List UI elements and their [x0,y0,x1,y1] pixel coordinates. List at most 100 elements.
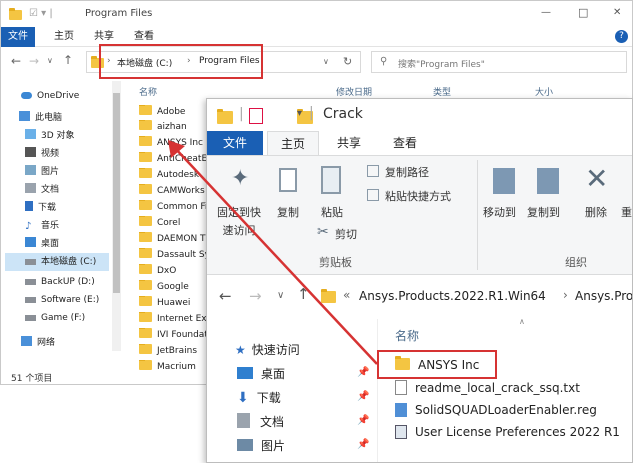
quick-access-toolbar[interactable]: ☑ ▾ | [29,8,53,19]
list-item[interactable]: Huawei [139,296,209,311]
customize-toolbar-icon[interactable]: ▾ [297,108,302,119]
list-item[interactable]: SolidSQUADLoaderEnabler.reg [395,400,597,421]
paste-shortcut-button[interactable]: 粘贴快捷方式 [367,186,477,206]
list-item[interactable]: DxO [139,264,209,279]
back-arrow-icon[interactable]: ← [11,54,21,68]
nav-scrollbar[interactable] [112,81,121,351]
address-dropdown-icon[interactable]: ∨ [323,57,329,66]
list-item[interactable]: readme_local_crack_ssq.txt [395,378,580,399]
cloud-icon [21,92,32,99]
close-button[interactable]: ✕ [613,7,621,18]
minimize-button[interactable]: — [541,7,551,18]
folder-icon [139,216,152,226]
nav-item-this-pc[interactable]: 此电脑 [19,109,62,127]
cut-label: 剪切 [335,228,357,241]
column-header-date[interactable]: 修改日期 [336,85,372,98]
tab-file[interactable]: 文件 [1,27,35,47]
pin-icon[interactable]: 📌 [357,391,369,402]
list-item[interactable]: Macrium [139,360,209,375]
up-arrow-icon[interactable]: ↑ [297,285,310,303]
column-header-name[interactable]: 名称 [139,85,157,98]
list-item[interactable]: IVI Foundati [139,328,209,343]
delete-button[interactable]: ✕ 删除 [581,160,617,244]
refresh-icon[interactable]: ↻ [343,55,352,68]
nav-item-documents[interactable]: 文档 [237,411,284,433]
recent-dropdown-icon[interactable]: ∨ [47,56,53,65]
nav-item-documents[interactable]: 文档 [25,181,59,199]
column-header-type[interactable]: 类型 [433,85,451,98]
nav-item-drive-c[interactable]: 本地磁盘 (C:) [5,253,109,271]
document-icon [25,183,36,193]
list-item[interactable]: ANSYS Inc [139,136,209,151]
tab-home[interactable]: 主页 [267,131,319,155]
list-item[interactable]: Google [139,280,209,295]
nav-item-pictures[interactable]: 图片 [25,163,59,181]
quick-access-toolbar[interactable]: | [239,106,244,122]
folder-icon [139,312,152,322]
list-item[interactable]: aizhan [139,120,209,135]
list-item[interactable]: Adobe [139,105,209,120]
nav-item-drive-d[interactable]: BackUP (D:) [25,273,95,291]
nav-item-downloads[interactable]: ⬇ 下载 [237,387,281,409]
cut-button[interactable]: ✂ 剪切 [317,224,377,244]
nav-item-drive-f[interactable]: Game (F:) [25,309,85,327]
list-item[interactable]: DAEMON T [139,232,209,247]
folder-icon [139,264,152,274]
pin-quick-access-button[interactable]: ✦ 固定到快 速访问 [213,160,269,244]
nav-item-network[interactable]: 网络 [21,334,55,352]
nav-item-desktop[interactable]: 桌面 [25,235,59,253]
copy-button[interactable]: 复制 [271,160,311,244]
list-item[interactable]: CAMWorks [139,184,209,199]
properties-icon[interactable] [249,108,263,124]
tab-share[interactable]: 共享 [323,131,375,155]
column-header-name[interactable]: 名称 [395,327,419,344]
breadcrumb-ansys-products[interactable]: Ansys.Products.2022.R1.Win64 [359,289,546,303]
nav-item-downloads[interactable]: 下载 [25,199,56,217]
help-icon[interactable]: ? [615,30,628,43]
tab-home[interactable]: 主页 [49,27,79,47]
list-item[interactable]: Common Fil [139,200,209,215]
move-to-button[interactable]: 移动到 [483,160,527,244]
breadcrumb-ansys-pro[interactable]: Ansys.Pro [575,289,632,303]
list-item[interactable]: User License Preferences 2022 R1 [395,422,620,443]
video-icon [25,147,36,157]
nav-item-music[interactable]: ♪ 音乐 [25,217,59,235]
folder-icon [139,296,152,306]
pin-icon[interactable]: 📌 [357,367,369,378]
paste-shortcut-label: 粘贴快捷方式 [385,190,451,203]
nav-item-onedrive[interactable]: OneDrive [21,87,79,105]
list-item[interactable]: Autodesk [139,168,209,183]
forward-arrow-icon[interactable]: → [249,287,262,305]
list-item[interactable]: AntiCheatEx [139,152,209,167]
list-item[interactable]: Internet Exp [139,312,209,327]
folder-icon [139,152,152,162]
overflow-chevron-icon[interactable]: « [343,288,350,302]
nav-item-desktop[interactable]: 桌面 [237,363,285,385]
rename-button[interactable]: 重 [619,160,632,244]
pin-icon[interactable]: 📌 [357,415,369,426]
column-header-size[interactable]: 大小 [535,85,553,98]
maximize-button[interactable]: □ [578,6,588,19]
nav-item-pictures[interactable]: 图片 [237,435,285,457]
list-item[interactable]: Corel [139,216,209,231]
back-arrow-icon[interactable]: ← [219,287,232,305]
nav-item-quick-access[interactable]: ★ 快速访问 [235,339,300,361]
up-arrow-icon[interactable]: ↑ [63,53,73,67]
recent-dropdown-icon[interactable]: ∨ [277,290,284,301]
ribbon-divider [477,160,478,270]
tab-file[interactable]: 文件 [207,131,263,155]
nav-item-videos[interactable]: 视频 [25,145,59,163]
copy-to-button[interactable]: 复制到 [527,160,571,244]
list-item[interactable]: Dassault Sys [139,248,209,263]
nav-item-drive-e[interactable]: Software (E:) [25,291,99,309]
pin-icon[interactable]: 📌 [357,439,369,450]
nav-item-3d-objects[interactable]: 3D 对象 [25,127,75,145]
front-address-bar[interactable]: « Ansys.Products.2022.R1.Win64 › Ansys.P… [317,281,632,313]
forward-arrow-icon[interactable]: → [29,54,39,68]
copy-path-button[interactable]: 复制路径 [367,162,477,182]
folder-icon [139,248,152,258]
pin-label: 固定到快 速访问 [217,206,261,237]
list-item[interactable]: JetBrains [139,344,209,359]
back-search-box[interactable]: ⚲ 搜索"Program Files" [371,51,627,73]
tab-view[interactable]: 查看 [379,131,431,155]
